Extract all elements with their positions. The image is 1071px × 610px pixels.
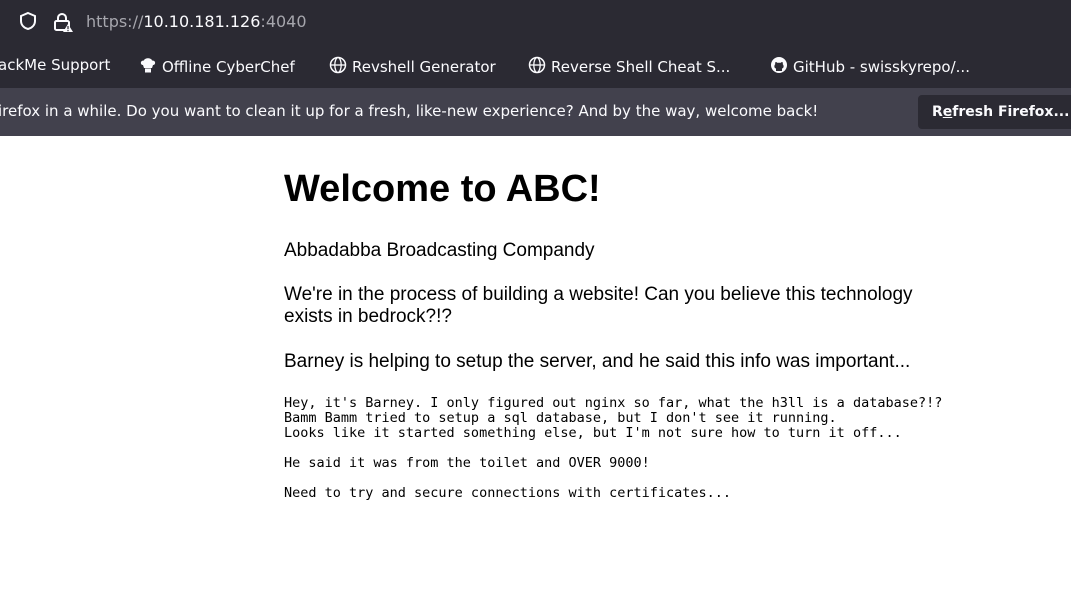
insecure-lock-icon[interactable] — [52, 11, 74, 37]
url-port: :4040 — [260, 12, 307, 31]
button-accesskey: e — [942, 104, 953, 120]
bookmark-reverse-shell-cheat-sheet[interactable]: Reverse Shell Cheat S... — [528, 56, 730, 78]
intro-paragraph: We're in the process of building a websi… — [284, 284, 913, 327]
bookmark-hackme-support[interactable]: ackMe Support — [0, 56, 110, 74]
bookmark-label: GitHub - swisskyrepo/... — [793, 58, 970, 76]
bookmarks-toolbar: ackMe Support Offline CyberChef Revshell… — [0, 44, 1071, 88]
url-bar[interactable]: https://10.10.181.126:4040 — [0, 0, 1071, 44]
globe-icon — [528, 56, 546, 78]
bookmark-github-swisskyrepo[interactable]: GitHub - swisskyrepo/... — [770, 56, 970, 78]
bookmark-revshell-generator[interactable]: Revshell Generator — [329, 56, 496, 78]
bookmark-offline-cyberchef[interactable]: Offline CyberChef — [139, 56, 295, 78]
tracking-protection-shield-icon[interactable] — [18, 11, 38, 35]
github-icon — [770, 56, 788, 78]
barney-note: Hey, it's Barney. I only figured out ngi… — [284, 395, 943, 501]
page-subtitle: Abbadabba Broadcasting Compandy — [284, 240, 595, 261]
button-text-pre: R — [932, 104, 943, 120]
barney-paragraph: Barney is helping to setup the server, a… — [284, 351, 911, 372]
bookmark-label: Revshell Generator — [352, 58, 496, 76]
globe-icon — [329, 56, 347, 78]
refresh-firefox-button[interactable]: Refresh Firefox... — [918, 95, 1071, 129]
notification-text: irefox in a while. Do you want to clean … — [0, 102, 819, 120]
bookmark-label: Reverse Shell Cheat S... — [551, 58, 731, 76]
button-text-post: fresh Firefox... — [952, 104, 1070, 120]
chef-hat-icon — [139, 56, 157, 78]
refresh-notification-bar: irefox in a while. Do you want to clean … — [0, 88, 1071, 136]
url-host: 10.10.181.126 — [143, 12, 261, 31]
url-scheme: https:// — [86, 12, 144, 31]
page-title: Welcome to ABC! — [284, 168, 601, 210]
bookmark-label: Offline CyberChef — [162, 58, 295, 76]
url-text[interactable]: https://10.10.181.126:4040 — [86, 12, 307, 31]
bookmark-label: ackMe Support — [0, 56, 111, 74]
